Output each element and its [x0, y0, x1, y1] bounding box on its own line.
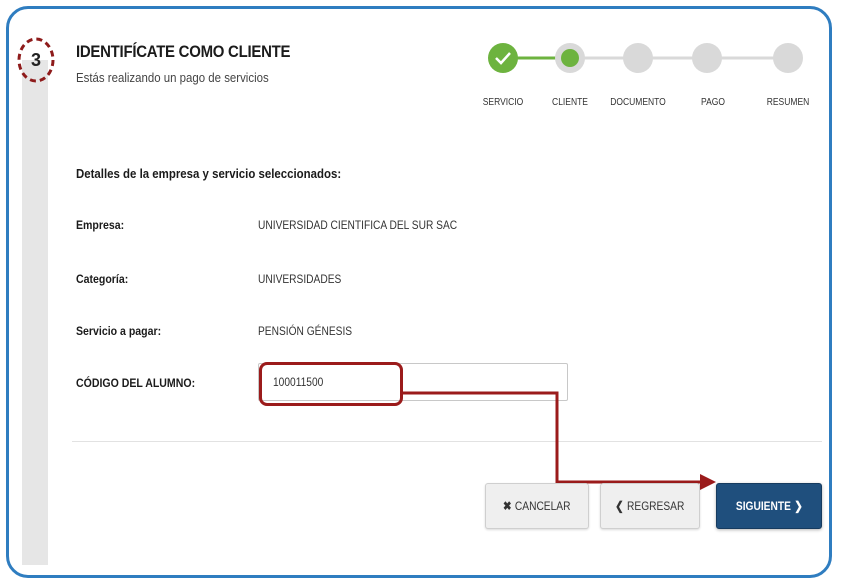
- step-label-resumen: RESUMEN: [766, 97, 810, 108]
- step-cliente-dot: [561, 49, 579, 67]
- cancel-button-label: CANCELAR: [515, 499, 571, 513]
- categoria-label: Categoría:: [76, 272, 129, 286]
- servicio-value: PENSIÓN GÉNESIS: [258, 324, 353, 338]
- empresa-label: Empresa:: [76, 218, 125, 232]
- page-subtitle: Estás realizando un pago de servicios: [76, 70, 269, 85]
- step-number: 3: [30, 49, 41, 70]
- code-highlight-box: [259, 362, 403, 406]
- stepper-track: [488, 43, 803, 73]
- divider: [72, 441, 822, 442]
- progress-stepper: SERVICIO CLIENTE DOCUMENTO PAGO RESUMEN: [470, 38, 830, 118]
- close-icon: ✖: [503, 499, 512, 513]
- left-strip: [22, 60, 48, 565]
- chevron-right-icon: ❯: [793, 499, 803, 513]
- step-label-pago: PAGO: [701, 97, 725, 108]
- chevron-left-icon: ❮: [615, 499, 624, 513]
- empresa-value: UNIVERSIDAD CIENTIFICA DEL SUR SAC: [258, 218, 458, 232]
- step-number-badge: 3: [16, 36, 56, 84]
- step-resumen-dot: [773, 43, 803, 73]
- next-button[interactable]: SIGUIENTE ❯: [716, 483, 822, 529]
- step-label-documento: DOCUMENTO: [610, 97, 666, 108]
- codigo-alumno-label: CÓDIGO DEL ALUMNO:: [76, 376, 196, 390]
- step-documento-dot: [623, 43, 653, 73]
- step-label-servicio: SERVICIO: [482, 97, 524, 108]
- back-button[interactable]: ❮ REGRESAR: [600, 483, 700, 529]
- next-button-label: SIGUIENTE: [735, 499, 791, 513]
- back-button-label: REGRESAR: [627, 499, 685, 513]
- step-servicio-dot: [488, 43, 518, 73]
- step-label-cliente: CLIENTE: [552, 97, 588, 108]
- details-section-title: Detalles de la empresa y servicio selecc…: [76, 166, 342, 181]
- servicio-label: Servicio a pagar:: [76, 324, 162, 338]
- cancel-button[interactable]: ✖ CANCELAR: [485, 483, 589, 529]
- categoria-value: UNIVERSIDADES: [258, 272, 342, 286]
- page-title: IDENTIFÍCATE COMO CLIENTE: [76, 42, 291, 61]
- step-pago-dot: [692, 43, 722, 73]
